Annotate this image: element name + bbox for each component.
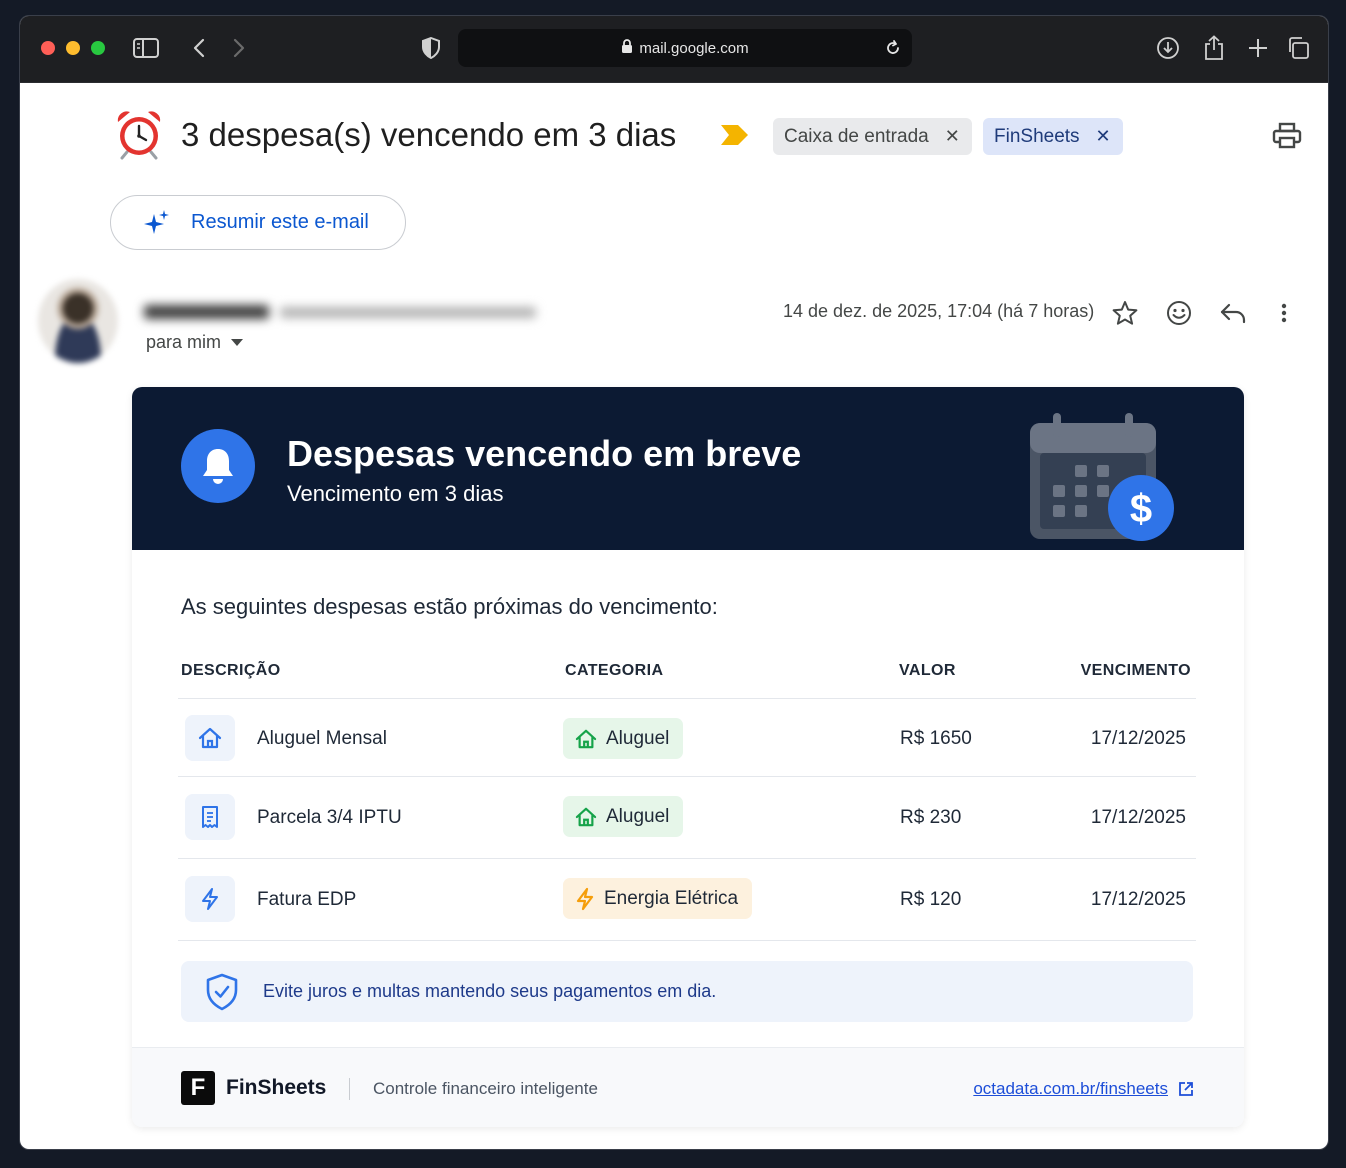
column-header-value: VALOR [899, 662, 956, 679]
forward-icon[interactable] [226, 35, 252, 61]
row-description: Aluguel Mensal [257, 728, 387, 749]
divider [178, 776, 1196, 777]
tab-overview-icon[interactable] [1285, 35, 1311, 61]
label-chip-inbox[interactable]: Caixa de entrada ✕ [773, 118, 972, 155]
row-description: Fatura EDP [257, 889, 357, 910]
recipients-toggle[interactable]: para mim [146, 332, 244, 353]
bell-icon [181, 429, 255, 503]
email-subject: 3 despesa(s) vencendo em 3 dias [181, 116, 677, 153]
svg-text:$: $ [1130, 487, 1152, 531]
row-due-date: 17/12/2025 [1090, 889, 1186, 910]
browser-window: mail.google.com 3 despesa(s) vencendo em… [19, 15, 1329, 1150]
finsheets-logo: F [181, 1071, 215, 1105]
category-label: Energia Elétrica [604, 887, 739, 909]
star-icon[interactable] [1110, 298, 1140, 328]
row-value: R$ 120 [900, 889, 962, 910]
emoji-reaction-icon[interactable] [1164, 298, 1194, 328]
divider [178, 858, 1196, 859]
divider [349, 1078, 350, 1100]
email-footer: F FinSheets Controle financeiro intelige… [132, 1047, 1244, 1127]
lock-icon [621, 38, 633, 58]
print-icon[interactable] [1272, 122, 1302, 155]
share-icon[interactable] [1201, 35, 1227, 61]
row-value: R$ 230 [900, 807, 962, 828]
row-value: R$ 1650 [900, 728, 972, 749]
label-finsheets-text: FinSheets [994, 125, 1080, 147]
to-label: para mim [146, 332, 222, 352]
remove-label-icon[interactable]: ✕ [945, 126, 960, 147]
category-badge: Energia Elétrica [563, 878, 753, 919]
category-label: Aluguel [606, 727, 670, 749]
category-badge: Aluguel [563, 718, 684, 759]
tip-box: Evite juros e multas mantendo seus pagam… [181, 961, 1193, 1022]
divider [178, 698, 1196, 699]
summarize-label: Resumir este e-mail [191, 211, 369, 233]
subject-row: 3 despesa(s) vencendo em 3 dias Caixa de… [115, 108, 1315, 164]
category-badge: Aluguel [563, 796, 684, 837]
alarm-clock-icon [115, 108, 163, 160]
receipt-icon [185, 794, 235, 840]
row-due-date: 17/12/2025 [1090, 807, 1186, 828]
sender-name-redacted[interactable] [144, 303, 536, 323]
summarize-email-button[interactable]: Resumir este e-mail [110, 195, 406, 250]
sidebar-toggle-icon[interactable] [133, 35, 159, 61]
intro-text: As seguintes despesas estão próximas do … [181, 594, 718, 619]
home-icon [185, 715, 235, 761]
email-banner: Despesas vencendo em breve Vencimento em… [132, 387, 1244, 550]
bolt-icon [185, 876, 235, 922]
brand-tagline: Controle financeiro inteligente [373, 1079, 598, 1098]
label-inbox-text: Caixa de entrada [784, 125, 929, 147]
important-marker-icon[interactable] [720, 124, 750, 151]
finsheets-link[interactable]: octadata.com.br/finsheets [973, 1079, 1194, 1099]
label-chip-finsheets[interactable]: FinSheets ✕ [983, 118, 1123, 155]
browser-toolbar: mail.google.com [20, 16, 1328, 83]
email-date: 14 de dez. de 2025, 17:04 (há 7 horas) [783, 301, 1095, 321]
bolt-icon [576, 887, 594, 910]
back-icon[interactable] [186, 35, 212, 61]
banner-title: Despesas vencendo em breve [287, 433, 802, 474]
shield-check-icon [206, 973, 238, 1010]
url-text: mail.google.com [639, 39, 749, 57]
sparkle-icon [144, 209, 169, 234]
privacy-shield-icon[interactable] [418, 35, 444, 61]
column-header-category: CATEGORIA [565, 662, 664, 679]
sender-avatar[interactable] [38, 279, 118, 363]
more-options-icon[interactable] [1269, 298, 1299, 328]
row-description: Parcela 3/4 IPTU [257, 807, 402, 828]
divider [178, 940, 1196, 941]
category-label: Aluguel [606, 805, 670, 827]
row-due-date: 17/12/2025 [1090, 728, 1186, 749]
external-link-icon [1179, 1082, 1193, 1096]
reply-icon[interactable] [1218, 298, 1248, 328]
calendar-money-icon: $ [1027, 411, 1177, 548]
reload-icon[interactable] [880, 35, 906, 61]
address-bar[interactable]: mail.google.com [458, 29, 912, 67]
column-header-due: VENCIMENTO [1080, 662, 1191, 679]
email-body-card: Despesas vencendo em breve Vencimento em… [132, 387, 1244, 1127]
home-icon [575, 729, 597, 748]
caret-down-icon [231, 339, 244, 346]
brand-name: FinSheets [226, 1076, 327, 1099]
remove-label-icon[interactable]: ✕ [1096, 126, 1111, 147]
column-header-description: DESCRIÇÃO [181, 662, 281, 679]
downloads-icon[interactable] [1155, 35, 1181, 61]
link-text[interactable]: octadata.com.br/finsheets [973, 1079, 1168, 1099]
close-window-button[interactable] [41, 41, 55, 55]
tip-text: Evite juros e multas mantendo seus pagam… [263, 981, 717, 1001]
maximize-window-button[interactable] [91, 41, 105, 55]
home-icon [575, 807, 597, 826]
banner-subtitle: Vencimento em 3 dias [287, 481, 504, 506]
new-tab-icon[interactable] [1245, 35, 1271, 61]
minimize-window-button[interactable] [66, 41, 80, 55]
